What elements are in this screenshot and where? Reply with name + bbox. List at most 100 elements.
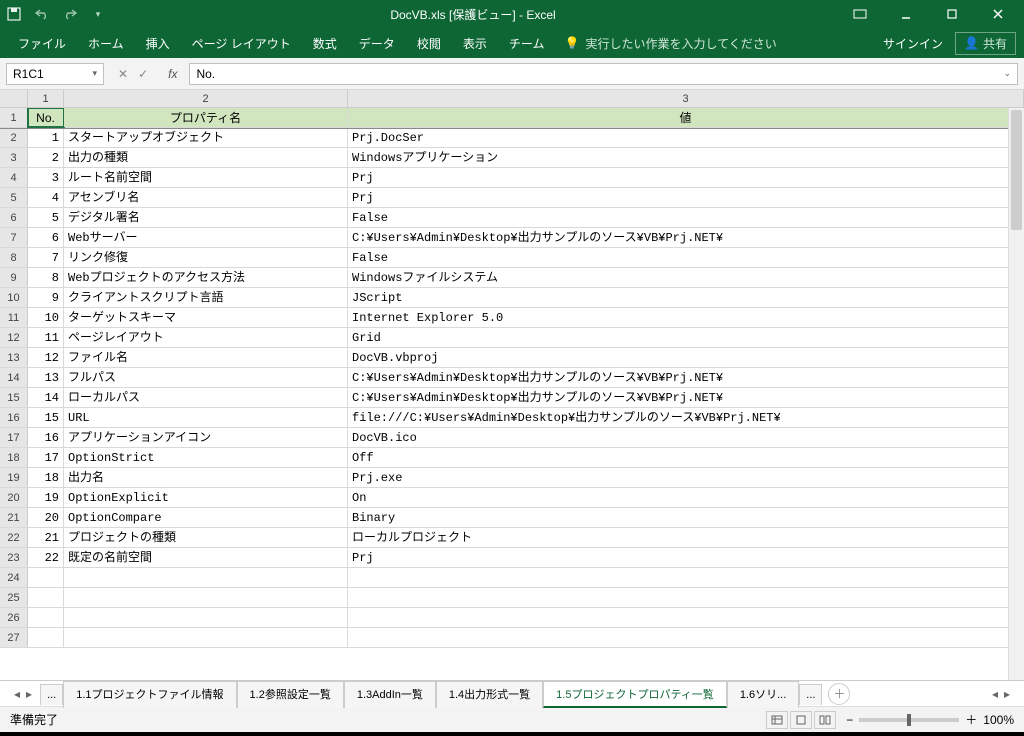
cell[interactable]: 14 [28, 388, 64, 407]
ribbon-tab-6[interactable]: 校閲 [407, 29, 451, 58]
cell[interactable]: False [348, 248, 1024, 267]
ribbon-tab-5[interactable]: データ [349, 29, 405, 58]
cell[interactable]: ルート名前空間 [64, 168, 348, 187]
cell[interactable]: OptionCompare [64, 508, 348, 527]
sheet-tab-4[interactable]: 1.5プロジェクトプロパティ一覧 [543, 681, 727, 708]
cell[interactable]: 7 [28, 248, 64, 267]
cell[interactable] [64, 628, 348, 647]
cell[interactable]: DocVB.vbproj [348, 348, 1024, 367]
column-header-2[interactable]: 2 [64, 90, 348, 107]
cell[interactable]: Webプロジェクトのアクセス方法 [64, 268, 348, 287]
row-header[interactable]: 24 [0, 568, 28, 587]
cell[interactable]: Prj [348, 548, 1024, 567]
cell[interactable]: アプリケーションアイコン [64, 428, 348, 447]
maximize-icon[interactable] [932, 2, 972, 26]
row-header[interactable]: 6 [0, 208, 28, 227]
vertical-scrollbar[interactable] [1008, 108, 1024, 680]
cell[interactable]: Prj.DocSer [348, 128, 1024, 147]
expand-formula-icon[interactable]: ⌄ [1003, 68, 1011, 79]
minimize-icon[interactable] [886, 2, 926, 26]
sheet-nav-prev-icon[interactable]: ◂ [14, 687, 20, 701]
sheet-tab-2[interactable]: 1.3AddIn一覧 [344, 681, 436, 708]
cell[interactable]: False [348, 208, 1024, 227]
cell[interactable] [64, 588, 348, 607]
cell[interactable]: 21 [28, 528, 64, 547]
signin-link[interactable]: サインイン [883, 35, 943, 52]
cell[interactable] [348, 608, 1024, 627]
row-header[interactable]: 20 [0, 488, 28, 507]
cell[interactable]: Windowsアプリケーション [348, 148, 1024, 167]
undo-icon[interactable] [34, 6, 50, 22]
cell[interactable]: ローカルプロジェクト [348, 528, 1024, 547]
ribbon-tab-7[interactable]: 表示 [453, 29, 497, 58]
cell[interactable]: 5 [28, 208, 64, 227]
row-header[interactable]: 23 [0, 548, 28, 567]
cell[interactable]: 16 [28, 428, 64, 447]
cell[interactable] [348, 588, 1024, 607]
row-header[interactable]: 15 [0, 388, 28, 407]
cell[interactable]: Binary [348, 508, 1024, 527]
row-header[interactable]: 14 [0, 368, 28, 387]
cell[interactable]: No. [28, 108, 64, 127]
cell[interactable]: 19 [28, 488, 64, 507]
formula-input[interactable]: No. ⌄ [189, 63, 1018, 85]
row-header[interactable]: 19 [0, 468, 28, 487]
cell[interactable]: 15 [28, 408, 64, 427]
save-icon[interactable] [6, 6, 22, 22]
ribbon-tab-1[interactable]: ホーム [78, 29, 134, 58]
cell[interactable]: URL [64, 408, 348, 427]
cell[interactable] [348, 568, 1024, 587]
cell[interactable]: ターゲットスキーマ [64, 308, 348, 327]
cell[interactable]: Off [348, 448, 1024, 467]
cell[interactable] [28, 568, 64, 587]
cell[interactable]: 8 [28, 268, 64, 287]
cell[interactable]: 出力の種類 [64, 148, 348, 167]
cell[interactable]: OptionExplicit [64, 488, 348, 507]
ribbon-tab-3[interactable]: ページ レイアウト [182, 29, 301, 58]
cell[interactable]: ファイル名 [64, 348, 348, 367]
row-header[interactable]: 13 [0, 348, 28, 367]
qat-dropdown-icon[interactable]: ▾ [90, 6, 106, 22]
cell[interactable]: 6 [28, 228, 64, 247]
cell[interactable]: 1 [28, 128, 64, 147]
add-sheet-icon[interactable]: ＋ [828, 683, 850, 705]
cell[interactable]: プロパティ名 [64, 108, 348, 127]
row-header[interactable]: 10 [0, 288, 28, 307]
cell[interactable] [64, 568, 348, 587]
cell[interactable]: フルパス [64, 368, 348, 387]
share-button[interactable]: 👤共有 [955, 32, 1016, 55]
cell[interactable]: ローカルパス [64, 388, 348, 407]
sheet-tab-more[interactable]: ... [40, 684, 63, 705]
cell[interactable]: 出力名 [64, 468, 348, 487]
zoom-slider[interactable] [859, 718, 959, 722]
row-header[interactable]: 21 [0, 508, 28, 527]
cell[interactable]: Grid [348, 328, 1024, 347]
row-header[interactable]: 9 [0, 268, 28, 287]
zoom-in-icon[interactable]: ＋ [965, 711, 977, 728]
zoom-out-icon[interactable]: − [846, 713, 853, 727]
cell[interactable]: 18 [28, 468, 64, 487]
cell[interactable]: On [348, 488, 1024, 507]
cell[interactable]: C:¥Users¥Admin¥Desktop¥出力サンプルのソース¥VB¥Prj… [348, 368, 1024, 387]
page-break-view-icon[interactable] [814, 711, 836, 729]
close-icon[interactable] [978, 2, 1018, 26]
cell[interactable]: リンク修復 [64, 248, 348, 267]
sheet-tab-3[interactable]: 1.4出力形式一覧 [436, 681, 543, 708]
cell[interactable]: 11 [28, 328, 64, 347]
cell[interactable]: クライアントスクリプト言語 [64, 288, 348, 307]
row-header[interactable]: 27 [0, 628, 28, 647]
cell[interactable]: 2 [28, 148, 64, 167]
cell[interactable]: デジタル署名 [64, 208, 348, 227]
cell[interactable]: 9 [28, 288, 64, 307]
cell[interactable]: Windowsファイルシステム [348, 268, 1024, 287]
row-header[interactable]: 7 [0, 228, 28, 247]
ribbon-tab-0[interactable]: ファイル [8, 29, 76, 58]
cell[interactable]: Internet Explorer 5.0 [348, 308, 1024, 327]
cell[interactable]: DocVB.ico [348, 428, 1024, 447]
page-layout-view-icon[interactable] [790, 711, 812, 729]
row-header[interactable]: 22 [0, 528, 28, 547]
cell[interactable]: JScript [348, 288, 1024, 307]
sheet-tab-1[interactable]: 1.2参照設定一覧 [237, 681, 344, 708]
row-header[interactable]: 3 [0, 148, 28, 167]
row-header[interactable]: 16 [0, 408, 28, 427]
